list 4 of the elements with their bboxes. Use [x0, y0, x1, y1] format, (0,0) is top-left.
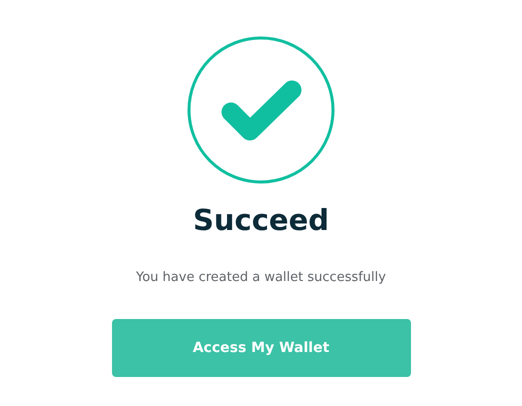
success-message: You have created a wallet successfully: [136, 269, 386, 287]
success-check-icon: [187, 36, 335, 184]
access-wallet-button[interactable]: Access My Wallet: [112, 319, 410, 377]
success-title: Succeed: [192, 202, 329, 238]
